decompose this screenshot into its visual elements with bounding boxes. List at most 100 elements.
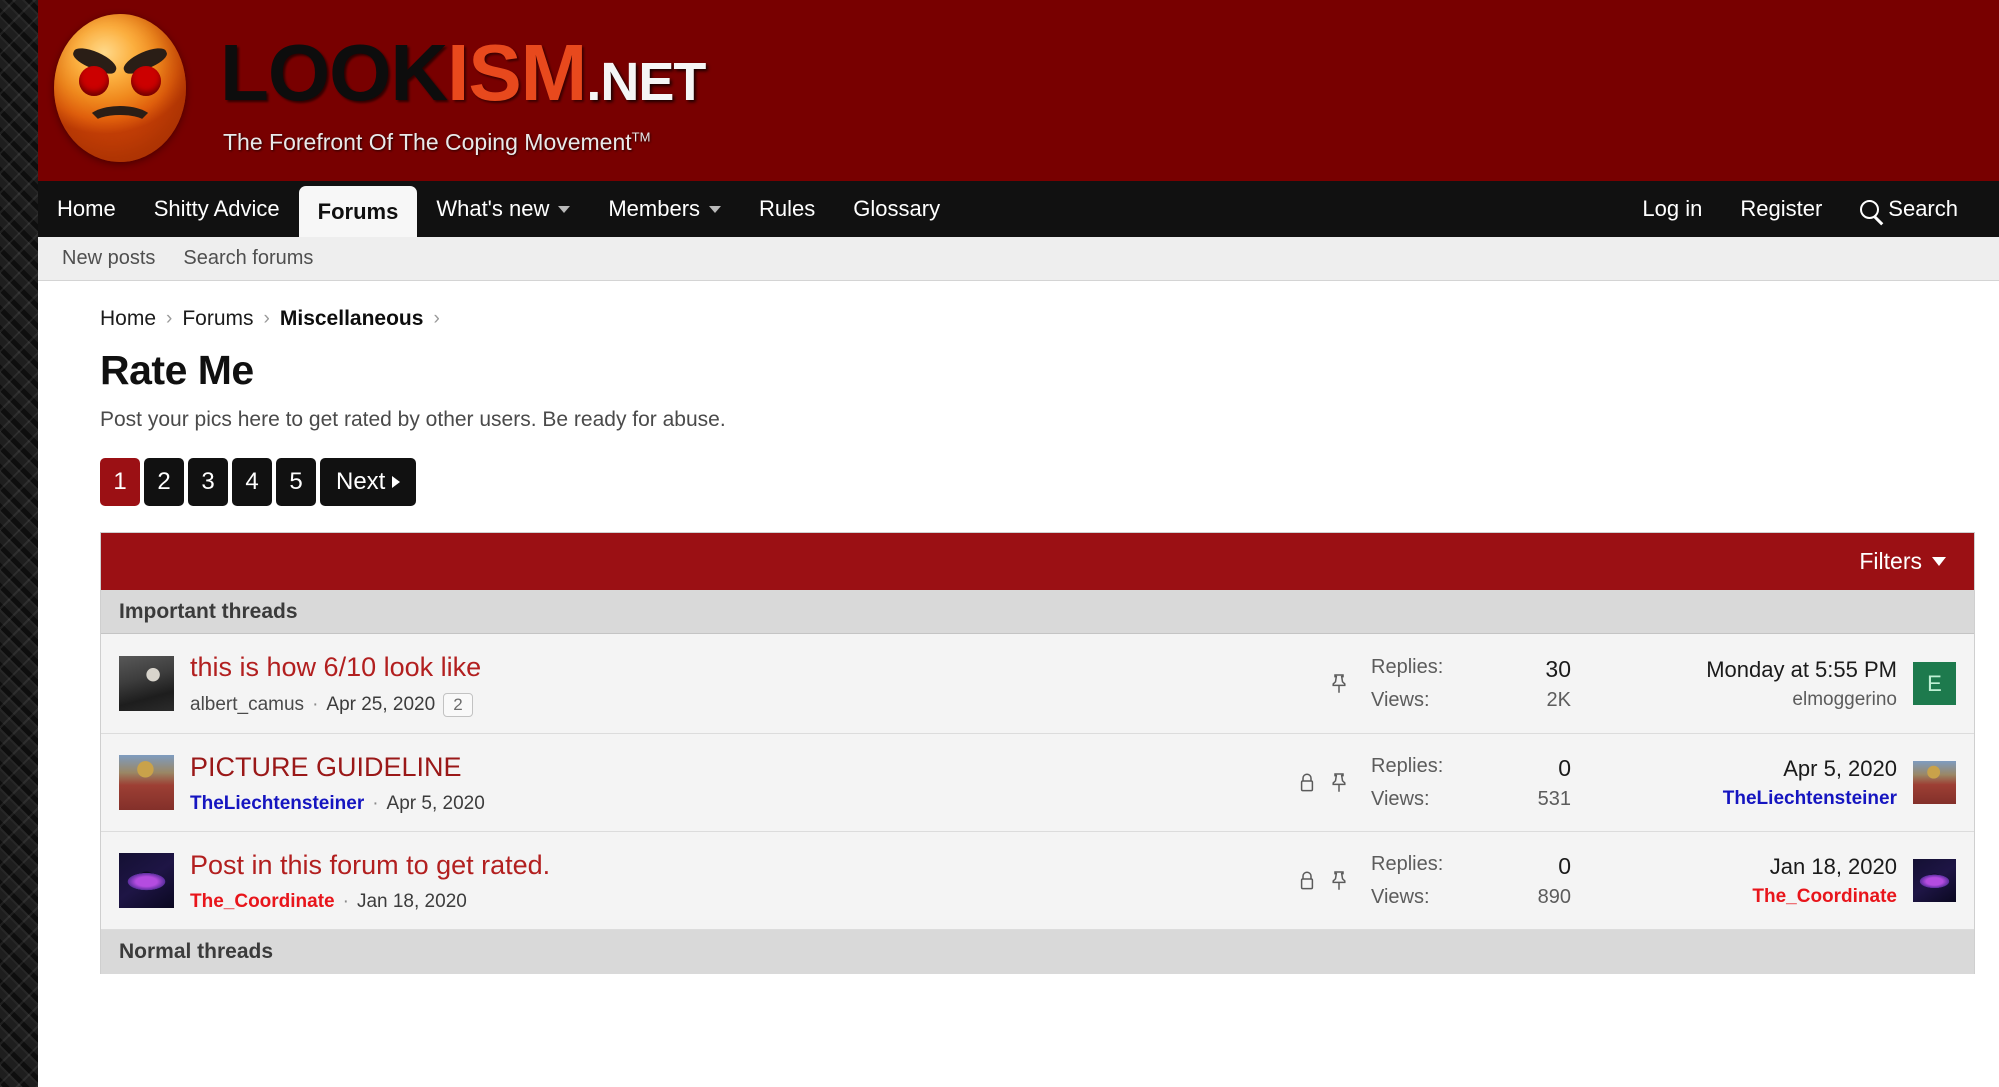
thread-title-link[interactable]: Post in this forum to get rated. [190,848,1297,882]
thread-info: PICTURE GUIDELINE TheLiechtensteiner · A… [190,750,1297,815]
thread-page-chip[interactable]: 2 [443,693,473,717]
avatar[interactable] [119,755,174,810]
main-nav-user-actions: Log in Register Search [1623,181,1999,237]
pagination-next-button[interactable]: Next [320,458,417,506]
views-label: Views: [1371,688,1430,711]
pin-icon [1329,870,1349,892]
meta-separator: · [372,793,379,814]
thread-meta: TheLiechtensteiner · Apr 5, 2020 [190,793,1297,815]
nav-label: Glossary [853,196,941,221]
views-label: Views: [1371,885,1430,908]
page-background-texture [0,0,38,1087]
search-icon [1860,199,1880,219]
login-button[interactable]: Log in [1623,181,1721,237]
nav-item-home[interactable]: Home [38,181,135,237]
angry-face-logo-icon [54,14,186,162]
nav-label: Search [1888,196,1958,221]
search-button[interactable]: Search [1841,181,1977,237]
page-body: Home › Forums › Miscellaneous › Rate Me … [38,281,1999,974]
thread-stats: Replies: 0 Views: 890 [1371,853,1571,909]
replies-count: 0 [1558,754,1571,781]
pagination-page-3[interactable]: 3 [188,458,228,506]
pagination-page-5[interactable]: 5 [276,458,316,506]
nav-label: Members [608,196,701,221]
pagination-page-1[interactable]: 1 [100,458,140,506]
table-row[interactable]: PICTURE GUIDELINE TheLiechtensteiner · A… [101,734,1974,832]
views-count: 2K [1546,688,1571,711]
pagination-page-4[interactable]: 4 [232,458,272,506]
thread-author-link[interactable]: albert_camus [190,694,304,716]
avatar-initial: E [1927,670,1942,696]
last-post-author[interactable]: The_Coordinate [1597,886,1897,908]
views-label: Views: [1371,787,1430,810]
meta-separator: · [312,694,319,715]
meta-separator: · [342,891,349,912]
site-logo[interactable]: LOOKISM.NET The Forefront Of The Coping … [54,14,706,162]
breadcrumb: Home › Forums › Miscellaneous › [62,281,1975,339]
page-title: Rate Me [100,347,254,393]
nav-item-shitty-advice[interactable]: Shitty Advice [135,181,299,237]
nav-item-rules[interactable]: Rules [740,181,834,237]
eye-right-icon [131,66,161,96]
breadcrumb-separator-icon: › [433,308,440,329]
last-post-author[interactable]: TheLiechtensteiner [1597,788,1897,810]
thread-title-link[interactable]: this is how 6/10 look like [190,650,1329,684]
thread-status-icons [1297,772,1349,794]
last-post-date[interactable]: Monday at 5:55 PM [1597,657,1897,683]
logo-text-suffix: .NET [586,52,706,112]
avatar[interactable] [119,853,174,908]
replies-count: 30 [1545,655,1571,682]
pagination-next-label: Next [336,468,386,495]
subnav-item-new-posts[interactable]: New posts [48,247,169,270]
site-wordmark: LOOKISM.NET The Forefront Of The Coping … [220,14,706,156]
nav-item-glossary[interactable]: Glossary [834,181,959,237]
pagination-page-2[interactable]: 2 [144,458,184,506]
chevron-down-icon [1932,557,1946,566]
main-navigation: Home Shitty Advice Forums What's new Mem… [38,181,1999,237]
nav-item-members[interactable]: Members [589,181,740,237]
thread-last-post: Monday at 5:55 PM elmoggerino [1597,657,1897,711]
last-post-avatar[interactable] [1913,761,1956,804]
filters-button[interactable]: Filters [1859,548,1946,575]
thread-list-toolbar: Filters [101,533,1974,590]
chevron-down-icon [709,205,722,213]
replies-label: Replies: [1371,852,1444,875]
last-post-author[interactable]: elmoggerino [1597,689,1897,711]
sub-navigation: New posts Search forums [38,237,1999,281]
thread-info: Post in this forum to get rated. The_Coo… [190,848,1297,913]
breadcrumb-item-miscellaneous[interactable]: Miscellaneous [280,307,424,331]
thread-title-link[interactable]: PICTURE GUIDELINE [190,750,1297,784]
thread-author-link[interactable]: The_Coordinate [190,891,335,913]
table-row[interactable]: this is how 6/10 look like albert_camus … [101,634,1974,734]
table-row[interactable]: Post in this forum to get rated. The_Coo… [101,832,1974,930]
nav-label: Register [1740,196,1823,221]
site-header: LOOKISM.NET The Forefront Of The Coping … [38,0,1999,181]
site-content: LOOKISM.NET The Forefront Of The Coping … [38,0,1999,1087]
frown-mouth-icon [85,106,155,140]
thread-stats: Replies: 0 Views: 531 [1371,755,1571,811]
last-post-date[interactable]: Jan 18, 2020 [1597,854,1897,880]
lock-icon [1297,870,1317,892]
pin-icon [1329,772,1349,794]
last-post-avatar[interactable] [1913,859,1956,902]
register-button[interactable]: Register [1721,181,1841,237]
last-post-date[interactable]: Apr 5, 2020 [1597,756,1897,782]
thread-stats: Replies: 30 Views: 2K [1371,656,1571,712]
nav-item-whats-new[interactable]: What's new [417,181,589,237]
thread-list-block: Filters Important threads this is how 6/… [100,532,1975,974]
breadcrumb-item-forums[interactable]: Forums [182,307,253,331]
subnav-item-search-forums[interactable]: Search forums [169,247,327,270]
nav-label: Forums [317,198,399,224]
thread-date: Jan 18, 2020 [356,891,467,912]
section-header-label: Important threads [119,599,298,623]
thread-author-link[interactable]: TheLiechtensteiner [190,793,364,815]
trademark-symbol: TM [631,129,651,145]
breadcrumb-item-home[interactable]: Home [100,307,156,331]
nav-label: What's new [436,196,550,221]
nav-item-forums[interactable]: Forums [298,186,418,237]
last-post-avatar[interactable]: E [1913,662,1956,705]
site-tagline: The Forefront Of The Coping Movement [223,129,632,155]
thread-date: Apr 5, 2020 [386,793,485,814]
thread-last-post: Jan 18, 2020 The_Coordinate [1597,854,1897,908]
avatar[interactable] [119,656,174,711]
